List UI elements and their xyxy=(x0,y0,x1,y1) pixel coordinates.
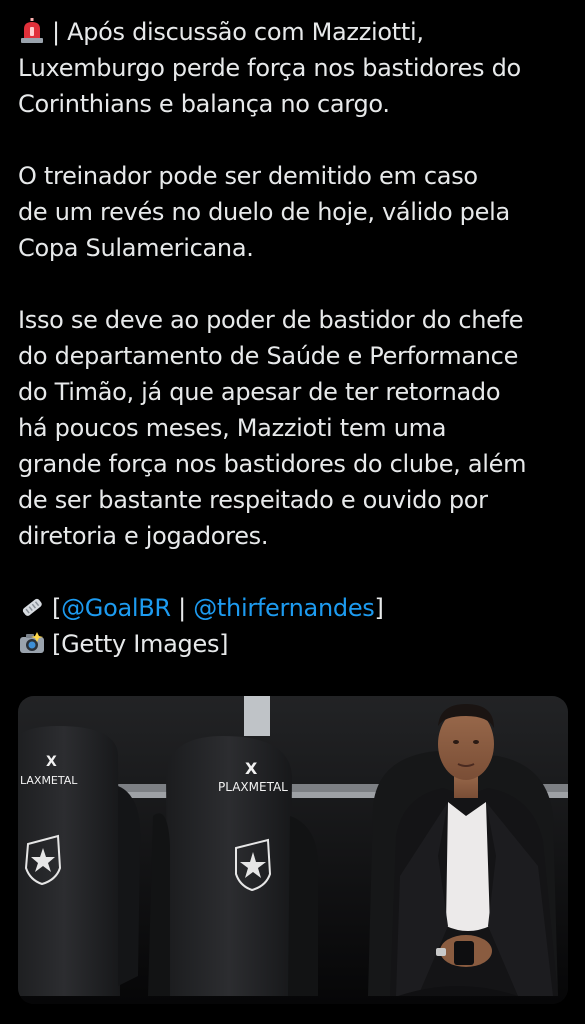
coach-on-bench-photo: X LAXMETAL X PLAXMETAL xyxy=(18,696,568,1004)
paragraph2-line-3: Copa Sulamericana. xyxy=(18,234,254,262)
photo-credit-line: [Getty Images] xyxy=(18,626,578,662)
tweet-paragraph-3: Isso se deve ao poder de bastidor do che… xyxy=(18,302,578,554)
tweet-headline: | Após discussão com Mazziotti, Luxembur… xyxy=(18,14,578,122)
paragraph2-line-1: O treinador pode ser demitido em caso xyxy=(18,162,478,190)
sponsor-text-left: LAXMETAL xyxy=(20,774,78,787)
paragraph3-line-7: diretoria e jogadores. xyxy=(18,522,269,550)
camera-icon xyxy=(20,632,44,653)
paragraph3-line-4: há poucos meses, Mazzioti tem uma xyxy=(18,414,447,442)
open-bracket: [ xyxy=(52,594,62,622)
mention-thirfernandes-link[interactable]: @thirfernandes xyxy=(193,594,375,622)
close-bracket: ] xyxy=(374,594,384,622)
headline-line-3: Corinthians e balança no cargo. xyxy=(18,90,390,118)
headline-line-2: Luxemburgo perde força nos bastidores do xyxy=(18,54,521,82)
sponsor-text-center: PLAXMETAL xyxy=(218,780,288,794)
tweet-media-photo[interactable]: X LAXMETAL X PLAXMETAL xyxy=(18,696,568,1004)
sponsor-logo-mark-center: X xyxy=(245,759,258,778)
paragraph3-line-3: do Timão, já que apesar de ter retornado xyxy=(18,378,501,406)
bench-seat-center xyxy=(166,736,292,996)
sponsor-logo-mark-left: X xyxy=(46,754,57,770)
tweet-credits: [@GoalBR | @thirfernandes] [Getty Images… xyxy=(18,590,578,662)
paragraph3-line-2: do departamento de Saúde e Performance xyxy=(18,342,519,370)
siren-icon xyxy=(21,18,43,43)
paragraph3-line-1: Isso se deve ao poder de bastidor do che… xyxy=(18,306,524,334)
photo-credit-text: [Getty Images] xyxy=(52,630,229,658)
paragraph3-line-6: de ser bastante respeitado e ouvido por xyxy=(18,486,488,514)
tweet-text: | Após discussão com Mazziotti, Luxembur… xyxy=(18,14,578,662)
headline-line-1: | Após discussão com Mazziotti, xyxy=(18,14,578,50)
paragraph3-line-5: grande força nos bastidores do clube, al… xyxy=(18,450,527,478)
newspaper-icon xyxy=(22,598,42,616)
source-credit-line: [@GoalBR | @thirfernandes] xyxy=(18,590,578,626)
tweet-paragraph-2: O treinador pode ser demitido em caso de… xyxy=(18,158,578,266)
mention-separator: | xyxy=(170,594,194,622)
mention-goalbr-link[interactable]: @GoalBR xyxy=(61,594,171,622)
bench-seat-left xyxy=(18,726,120,996)
paragraph2-line-2: de um revés no duelo de hoje, válido pel… xyxy=(18,198,510,226)
